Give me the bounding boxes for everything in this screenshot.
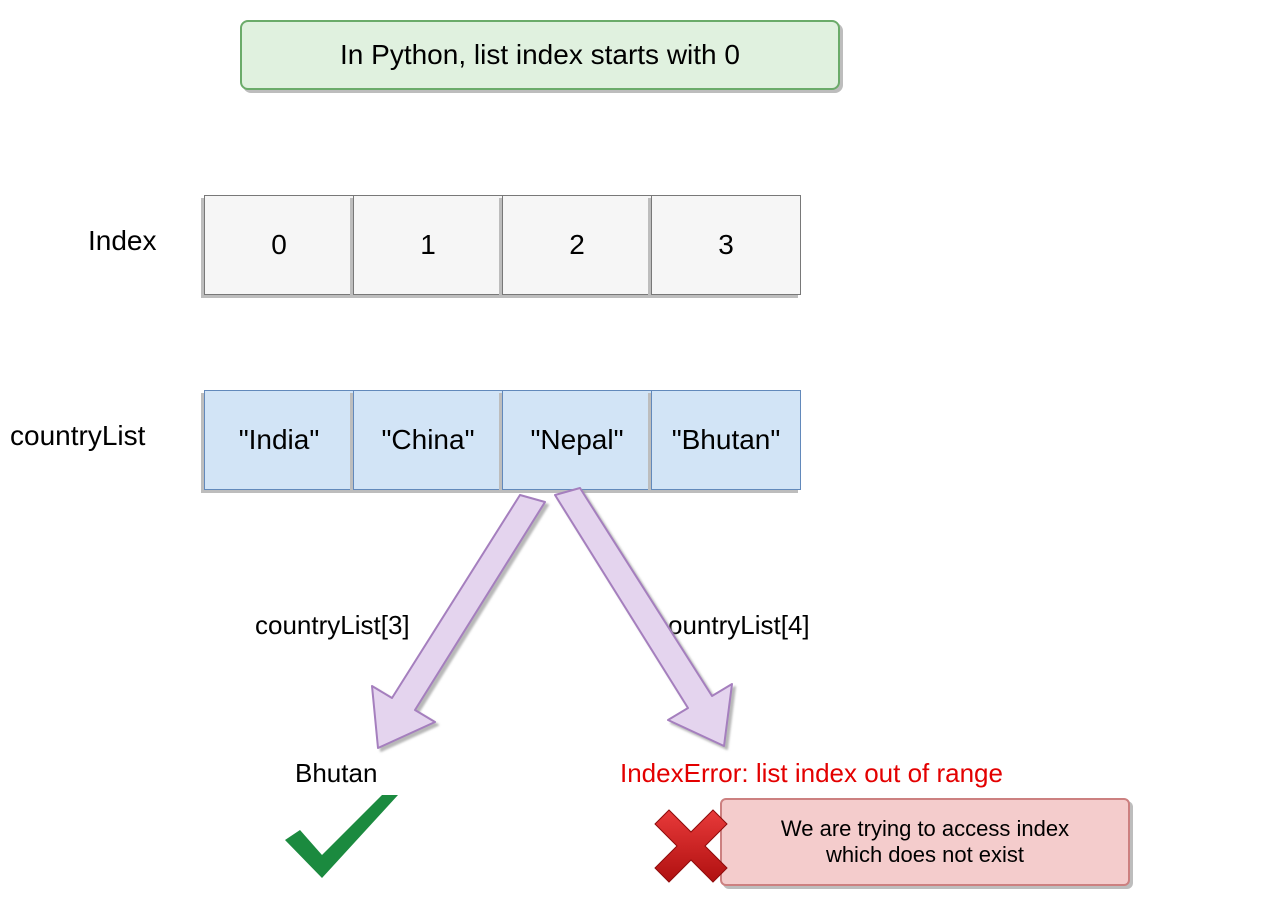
list-cell-1-value: "China" — [381, 424, 474, 456]
list-cell-3-value: "Bhutan" — [672, 424, 781, 456]
index-row: 0 1 2 3 — [205, 195, 801, 295]
index-cell-2-value: 2 — [569, 229, 585, 261]
list-label: countryList — [10, 420, 145, 452]
cross-icon — [655, 810, 727, 882]
index-label: Index — [88, 225, 157, 257]
index-cell-0: 0 — [204, 195, 354, 295]
title-box: In Python, list index starts with 0 — [240, 20, 840, 90]
list-cell-1: "China" — [353, 390, 503, 490]
list-cell-2-value: "Nepal" — [530, 424, 623, 456]
list-cell-2: "Nepal" — [502, 390, 652, 490]
error-explanation-text: We are trying to access index which does… — [781, 816, 1069, 868]
index-cell-1: 1 — [353, 195, 503, 295]
list-cell-0: "India" — [204, 390, 354, 490]
index-cell-3-value: 3 — [718, 229, 734, 261]
list-cell-0-value: "India" — [239, 424, 320, 456]
check-icon — [285, 795, 398, 878]
index-cell-0-value: 0 — [271, 229, 287, 261]
right-expression: countryList[4] — [655, 610, 810, 641]
right-error: IndexError: list index out of range — [620, 758, 1003, 789]
left-expression: countryList[3] — [255, 610, 410, 641]
left-result: Bhutan — [295, 758, 377, 789]
error-explanation-box: We are trying to access index which does… — [720, 798, 1130, 886]
list-cell-3: "Bhutan" — [651, 390, 801, 490]
list-row: "India" "China" "Nepal" "Bhutan" — [205, 390, 801, 490]
title-text: In Python, list index starts with 0 — [340, 39, 740, 71]
index-cell-1-value: 1 — [420, 229, 436, 261]
index-cell-3: 3 — [651, 195, 801, 295]
index-cell-2: 2 — [502, 195, 652, 295]
